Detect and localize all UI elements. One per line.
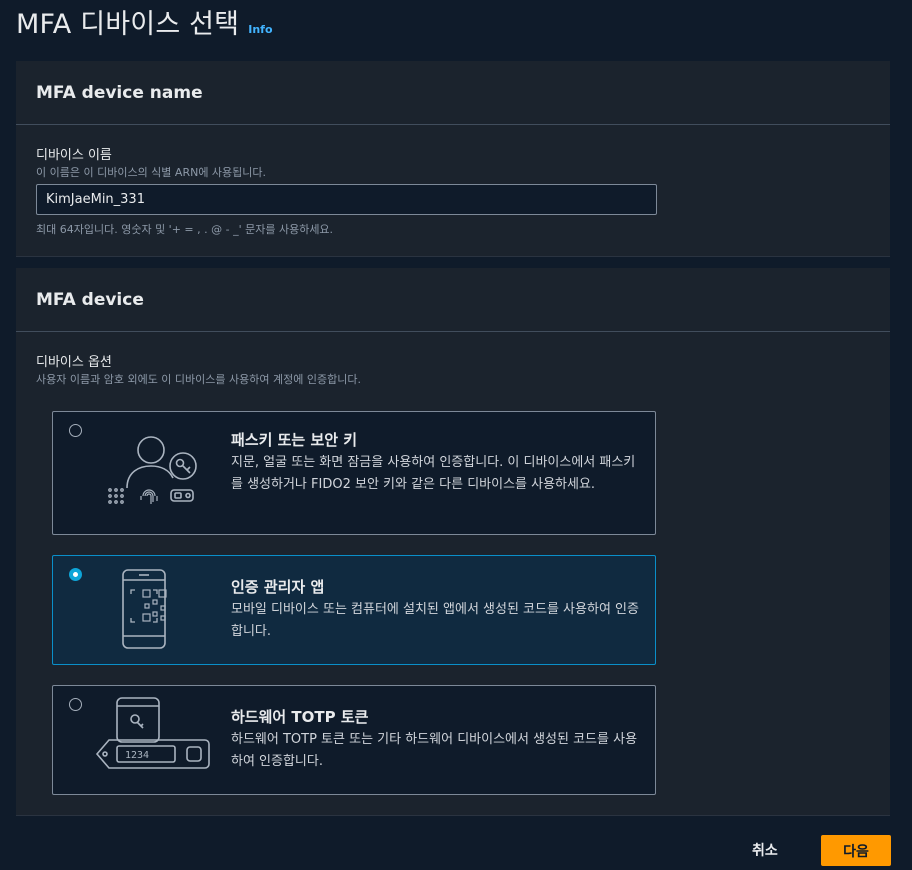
device-name-hint: 최대 64자입니다. 영숫자 및 '+ = , . @ - _' 문자를 사용하…	[36, 223, 334, 236]
device-name-panel-header: MFA device name	[16, 61, 890, 125]
device-options-label: 디바이스 옵션	[36, 355, 112, 370]
device-name-label: 디바이스 이름	[36, 148, 112, 163]
radio-passkey[interactable]	[69, 424, 82, 437]
info-link[interactable]: Info	[248, 23, 272, 36]
radio-hardware-token[interactable]	[69, 698, 82, 711]
cancel-button[interactable]: 취소	[752, 840, 778, 860]
option-hardware-token[interactable]: 1234 하드웨어 TOTP 토큰 하드웨어 TOTP 토큰 또는 기타 하드웨…	[52, 685, 656, 795]
option-hardware-token-title: 하드웨어 TOTP 토큰	[231, 708, 369, 726]
token-display-text: 1234	[125, 750, 149, 761]
device-name-description: 이 이름은 이 디바이스의 식별 ARN에 사용됩니다.	[36, 166, 267, 179]
mfa-device-page: MFA 디바이스 선택 Info MFA device name 디바이스 이름…	[0, 0, 912, 870]
device-options-heading: MFA device	[36, 289, 144, 310]
option-passkey-title: 패스키 또는 보안 키	[231, 431, 358, 449]
radio-authenticator-app[interactable]	[69, 568, 82, 581]
page-title: MFA 디바이스 선택	[16, 9, 240, 40]
device-name-heading: MFA device name	[36, 82, 203, 103]
option-passkey-description: 지문, 얼굴 또는 화면 잠금을 사용하여 인증합니다. 이 디바이스에서 패스…	[231, 455, 636, 492]
device-options-panel-header: MFA device	[16, 268, 890, 332]
device-options-panel: MFA device 디바이스 옵션 사용자 이름과 암호 외에도 이 디바이스…	[16, 268, 890, 816]
hardware-token-illustration-icon: 1234	[95, 697, 210, 769]
option-passkey[interactable]: 패스키 또는 보안 키 지문, 얼굴 또는 화면 잠금을 사용하여 인증합니다.…	[52, 411, 656, 535]
option-authenticator-app-title: 인증 관리자 앱	[231, 578, 325, 596]
option-authenticator-app-description: 모바일 디바이스 또는 컴퓨터에 설치된 앱에서 생성된 코드를 사용하여 인증…	[231, 602, 639, 639]
next-button[interactable]: 다음	[821, 835, 891, 866]
device-name-input[interactable]	[36, 184, 657, 215]
option-authenticator-app[interactable]: 인증 관리자 앱 모바일 디바이스 또는 컴퓨터에 설치된 앱에서 생성된 코드…	[52, 555, 656, 665]
device-name-panel: MFA device name 디바이스 이름 이 이름은 이 디바이스의 식별…	[16, 61, 890, 257]
passkey-illustration-icon	[108, 436, 197, 504]
authenticator-app-illustration-icon	[122, 569, 167, 649]
page-header: MFA 디바이스 선택 Info	[16, 2, 273, 41]
option-hardware-token-description: 하드웨어 TOTP 토큰 또는 기타 하드웨어 디바이스에서 생성된 코드를 사…	[231, 732, 638, 769]
device-options-description: 사용자 이름과 암호 외에도 이 디바이스를 사용하여 계정에 인증합니다.	[36, 373, 361, 386]
